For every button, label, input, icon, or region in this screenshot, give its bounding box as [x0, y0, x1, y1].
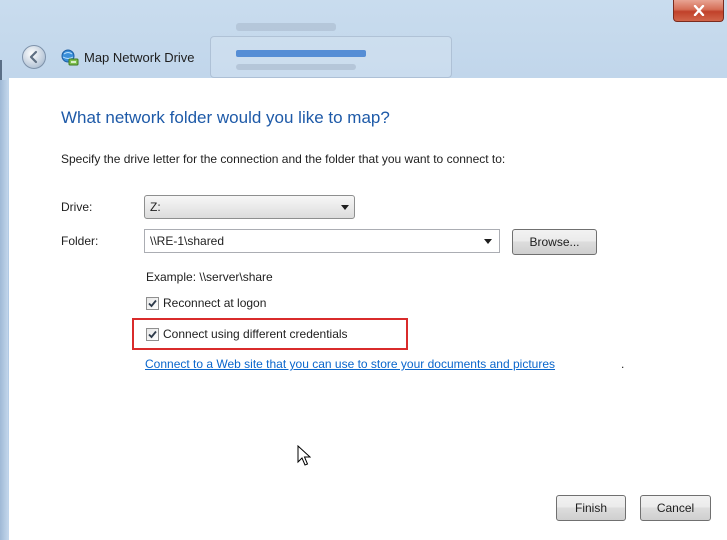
- credentials-label: Connect using different credentials: [163, 327, 348, 341]
- network-drive-icon: [61, 49, 79, 66]
- folder-input-value: \\RE-1\shared: [150, 234, 225, 248]
- background-window-text: [236, 64, 356, 70]
- folder-label: Folder:: [61, 234, 99, 248]
- chevron-down-icon[interactable]: [484, 239, 492, 244]
- instruction-text: Specify the drive letter for the connect…: [61, 152, 506, 166]
- back-arrow-icon: [29, 50, 38, 64]
- dialog-content: What network folder would you like to ma…: [9, 78, 727, 540]
- web-site-link[interactable]: Connect to a Web site that you can use t…: [145, 357, 555, 371]
- reconnect-label: Reconnect at logon: [163, 296, 267, 310]
- credentials-checkbox-row[interactable]: Connect using different credentials: [146, 327, 406, 343]
- background-window-title: [236, 23, 336, 31]
- drive-select[interactable]: Z:: [144, 195, 355, 219]
- close-icon: [693, 5, 705, 16]
- drive-label: Drive:: [61, 200, 93, 214]
- credentials-checkbox[interactable]: [146, 328, 159, 341]
- title-bar[interactable]: Map Network Drive: [0, 0, 727, 78]
- checkmark-icon: [148, 330, 157, 339]
- finish-button[interactable]: Finish: [556, 495, 626, 521]
- example-text: Example: \\server\share: [146, 270, 273, 284]
- background-progress-bar: [236, 50, 366, 57]
- checkmark-icon: [148, 299, 157, 308]
- window-border-left: [0, 80, 8, 540]
- dialog-footer: Finish Cancel: [9, 476, 727, 540]
- mouse-pointer-icon: [297, 445, 311, 466]
- window-title: Map Network Drive: [84, 50, 195, 65]
- background-window-preview: [210, 36, 452, 78]
- drive-select-value: Z:: [150, 200, 161, 214]
- back-button[interactable]: [22, 45, 46, 69]
- browse-button[interactable]: Browse...: [512, 229, 597, 255]
- reconnect-checkbox-row[interactable]: Reconnect at logon: [146, 296, 346, 312]
- chevron-down-icon: [341, 205, 349, 210]
- reconnect-checkbox[interactable]: [146, 297, 159, 310]
- page-heading: What network folder would you like to ma…: [61, 108, 390, 127]
- close-button[interactable]: [673, 0, 724, 22]
- cancel-button[interactable]: Cancel: [640, 495, 711, 521]
- web-site-link-period: .: [621, 357, 625, 371]
- folder-input[interactable]: \\RE-1\shared: [144, 229, 500, 253]
